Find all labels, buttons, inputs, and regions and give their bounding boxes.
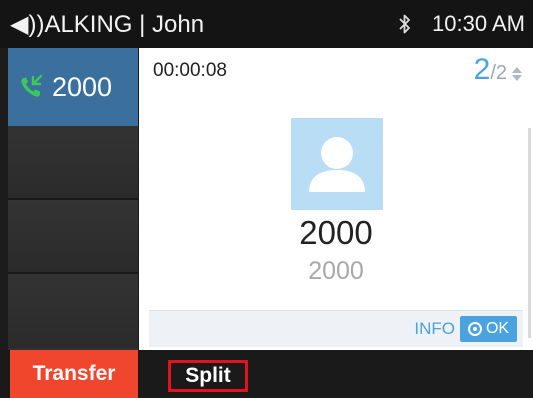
call-action-strip: INFO OK: [149, 310, 523, 347]
line-key-empty[interactable]: [8, 200, 138, 274]
split-softkey[interactable]: Split: [168, 360, 248, 392]
line-key-label: 2000: [52, 71, 113, 102]
line-panel: 2000: [8, 48, 138, 350]
contact-name: 2000: [299, 214, 373, 251]
ok-label: OK: [485, 320, 510, 337]
call-counter[interactable]: 2 /2: [474, 54, 523, 86]
ok-circle-icon: [467, 322, 482, 336]
call-area: 00:00:08 2 /2 2000 2000 INFO OK: [139, 48, 533, 350]
softkey-bar: Transfer Split: [0, 350, 533, 398]
clock: 10:30 AM: [432, 11, 525, 36]
call-timer: 00:00:08: [153, 60, 227, 81]
phone-call-icon: [18, 74, 44, 100]
contact-number: 2000: [308, 257, 364, 285]
contact-avatar: [291, 118, 383, 210]
phone-screen: ◀))ALKING | John 10:30 AM 2000 00:00:08 …: [0, 0, 533, 398]
status-right: 10:30 AM: [398, 0, 525, 48]
line-key-2000[interactable]: 2000: [8, 48, 138, 126]
ok-button[interactable]: OK: [460, 316, 517, 342]
up-down-arrows-icon: [511, 67, 523, 81]
line-key-empty[interactable]: [8, 126, 138, 200]
transfer-softkey[interactable]: Transfer: [10, 350, 138, 398]
bluetooth-icon: [398, 13, 412, 35]
status-bar: ◀))ALKING | John 10:30 AM: [0, 0, 533, 48]
call-counter-total: /2: [490, 62, 507, 84]
person-icon: [309, 137, 365, 192]
scrollbar[interactable]: [528, 128, 531, 338]
status-title: ◀))ALKING | John: [10, 10, 205, 38]
line-key-empty[interactable]: [8, 274, 138, 348]
info-label: INFO: [414, 319, 455, 338]
call-counter-current: 2: [473, 53, 491, 86]
